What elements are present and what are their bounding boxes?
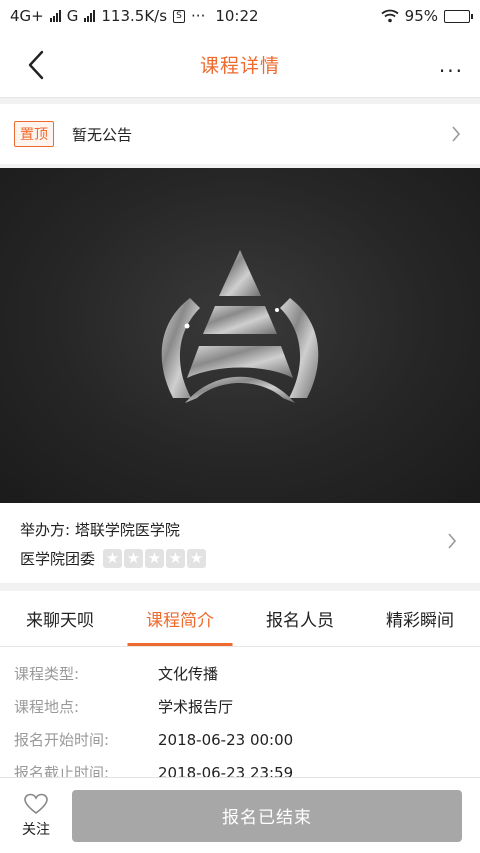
course-details: 课程类型: 文化传播 课程地点: 学术报告厅 报名开始时间: 2018-06-2…: [0, 647, 480, 784]
pinned-badge: 置顶: [14, 121, 54, 147]
signal-strength-icon-2: [84, 10, 96, 22]
more-menu-button[interactable]: ...: [424, 45, 464, 85]
back-button[interactable]: [16, 45, 56, 85]
detail-value: 文化传播: [158, 665, 219, 683]
follow-button[interactable]: 关注: [10, 793, 62, 839]
star-icon: ★: [103, 549, 123, 568]
clock: 10:22: [215, 7, 259, 25]
academy-logo: [161, 250, 319, 403]
page-title: 课程详情: [199, 55, 280, 77]
detail-value: 学术报告厅: [158, 698, 234, 716]
tab-course-intro[interactable]: 课程简介: [120, 591, 240, 646]
star-icon: ★: [187, 549, 207, 568]
signal-strength-icon: [49, 10, 61, 22]
heart-icon: [24, 793, 48, 814]
detail-value: 2018-06-23 00:00: [158, 730, 294, 749]
organizer-name: 举办方: 塔联学院医学院: [20, 521, 180, 539]
detail-key: 课程类型:: [14, 665, 80, 683]
announcement-text: 暂无公告: [72, 125, 133, 144]
organizer-dept: 医学院团委: [20, 550, 96, 568]
star-icon: ★: [145, 549, 165, 568]
detail-key: 课程地点:: [14, 698, 80, 716]
course-tabs: 来聊天呗 课程简介 报名人员 精彩瞬间: [0, 591, 480, 647]
chevron-right-icon: [446, 124, 466, 144]
wifi-icon: [381, 9, 399, 23]
network-speed: 113.5K/s: [101, 7, 168, 25]
chevron-right-icon: [442, 531, 462, 551]
organizer-sub: 医学院团委 ★ ★ ★ ★ ★: [20, 548, 460, 569]
star-icon: ★: [124, 549, 144, 568]
status-right: 95%: [381, 7, 473, 25]
tab-highlights[interactable]: 精彩瞬间: [360, 591, 480, 646]
app-header: 课程详情 ...: [0, 32, 480, 98]
follow-label: 关注: [22, 821, 50, 838]
star-icon: ★: [166, 549, 186, 568]
detail-row: 报名开始时间: 2018-06-23 00:00: [14, 723, 466, 756]
detail-row: 课程类型: 文化传播: [14, 657, 466, 690]
status-bar: 4G+ G 113.5K/s S ··· 10:22 95%: [0, 0, 480, 32]
course-banner-image: [0, 168, 480, 503]
chevron-left-icon: [28, 50, 44, 79]
bottom-action-bar: 关注 报名已结束: [0, 777, 480, 853]
battery-icon: [444, 9, 473, 23]
network-type-label: 4G+: [10, 7, 44, 25]
more-notifications: ···: [191, 7, 206, 25]
detail-key: 报名开始时间:: [14, 731, 110, 749]
network-type-label-2: G: [66, 7, 79, 25]
enroll-button[interactable]: 报名已结束: [72, 789, 462, 842]
status-left: 4G+ G 113.5K/s S ··· 10:22: [10, 7, 259, 25]
tab-chat[interactable]: 来聊天呗: [0, 591, 120, 646]
tab-enrolled-people[interactable]: 报名人员: [240, 591, 360, 646]
battery-percent: 95%: [404, 7, 438, 25]
organizer-panel[interactable]: 举办方: 塔联学院医学院 医学院团委 ★ ★ ★ ★ ★: [0, 503, 480, 583]
notification-icon: S: [173, 9, 186, 23]
detail-row: 课程地点: 学术报告厅: [14, 690, 466, 723]
rating-stars: ★ ★ ★ ★ ★: [103, 549, 207, 568]
announcement-bar[interactable]: 置顶 暂无公告: [0, 104, 480, 164]
